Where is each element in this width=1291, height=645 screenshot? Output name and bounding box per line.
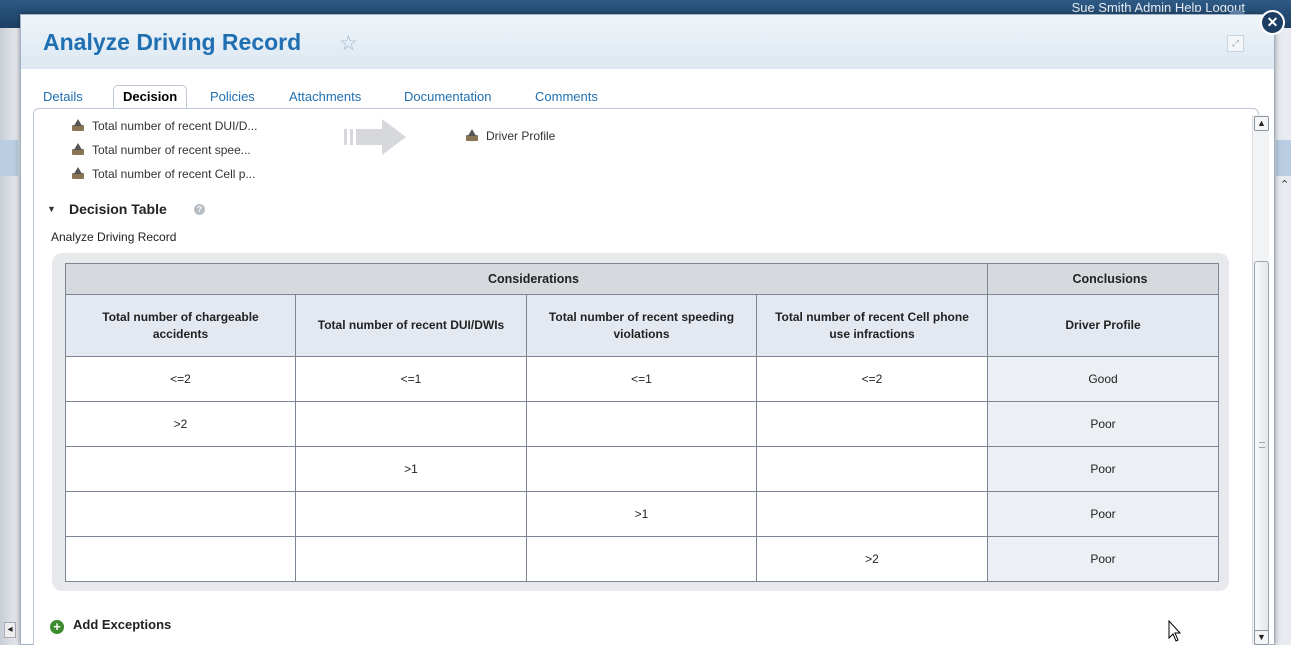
- background-user-links: Sue Smith Admin Help Logout: [1071, 0, 1245, 12]
- conclusion-cell[interactable]: Poor: [987, 536, 1219, 582]
- upload-icon: [72, 167, 84, 179]
- table-cell[interactable]: >2: [65, 401, 296, 447]
- flow-arrow-icon: [344, 119, 406, 155]
- column-header[interactable]: Total number of recent speeding violatio…: [526, 294, 757, 357]
- scrollbar-grip-icon: [1259, 442, 1265, 448]
- upload-icon: [72, 143, 84, 155]
- table-cell[interactable]: >2: [756, 536, 988, 582]
- tab-policies[interactable]: Policies: [210, 89, 255, 104]
- decision-panel: Total number of recent DUI/D... Total nu…: [33, 108, 1259, 645]
- decision-table-container: Considerations Conclusions Total number …: [52, 253, 1229, 591]
- background-scroll-left-icon[interactable]: ◂: [4, 622, 16, 638]
- input-item[interactable]: Total number of recent Cell p...: [72, 167, 255, 181]
- background-right-edge: [1276, 28, 1291, 645]
- conclusion-cell[interactable]: Good: [987, 356, 1219, 402]
- considerations-header: Considerations: [65, 263, 988, 295]
- table-cell[interactable]: <=1: [295, 356, 527, 402]
- tab-attachments[interactable]: Attachments: [289, 89, 361, 104]
- tab-documentation[interactable]: Documentation: [404, 89, 491, 104]
- decision-table: Considerations Conclusions Total number …: [65, 263, 1219, 582]
- table-cell[interactable]: [295, 536, 527, 582]
- input-label: Total number of recent DUI/D...: [92, 119, 258, 133]
- table-cell[interactable]: [526, 446, 757, 492]
- input-label: Total number of recent Cell p...: [92, 167, 256, 181]
- output-item[interactable]: Driver Profile: [466, 129, 555, 143]
- info-icon[interactable]: ?: [194, 204, 205, 215]
- tab-decision[interactable]: Decision: [113, 85, 188, 109]
- vertical-scrollbar[interactable]: ▲ ▼: [1252, 115, 1269, 645]
- table-cell[interactable]: [295, 491, 527, 537]
- table-cell[interactable]: [756, 401, 988, 447]
- column-header[interactable]: Total number of recent DUI/DWIs: [295, 294, 527, 357]
- table-row: >2 Poor: [65, 536, 1219, 582]
- background-caret-icon: ⌃: [1280, 179, 1290, 191]
- analyze-driving-record-dialog: Analyze Driving Record ☆ ⤢ Details Decis…: [20, 14, 1275, 645]
- add-exceptions-button[interactable]: + Add Exceptions: [50, 617, 171, 634]
- scrollbar-thumb[interactable]: [1254, 261, 1269, 633]
- table-cell[interactable]: [295, 401, 527, 447]
- background-left-edge: [0, 28, 18, 645]
- conclusions-header: Conclusions: [987, 263, 1219, 295]
- background-band: [1276, 140, 1291, 176]
- table-cell[interactable]: >1: [526, 491, 757, 537]
- column-header[interactable]: Driver Profile: [987, 294, 1219, 357]
- input-label: Total number of recent spee...: [92, 143, 251, 157]
- table-cell[interactable]: [756, 491, 988, 537]
- scroll-down-icon[interactable]: ▼: [1254, 630, 1269, 645]
- tab-bar: Details Decision Policies Attachments Do…: [21, 85, 1274, 109]
- table-cell[interactable]: <=2: [65, 356, 296, 402]
- input-item[interactable]: Total number of recent spee...: [72, 143, 251, 157]
- maximize-icon[interactable]: ⤢: [1227, 35, 1244, 52]
- column-header[interactable]: Total number of chargeable accidents: [65, 294, 296, 357]
- input-item[interactable]: Total number of recent DUI/D...: [72, 119, 257, 133]
- table-cell[interactable]: [526, 401, 757, 447]
- table-row: >2 Poor: [65, 401, 1219, 447]
- table-row: >1 Poor: [65, 491, 1219, 537]
- upload-icon: [466, 129, 478, 141]
- conclusion-cell[interactable]: Poor: [987, 491, 1219, 537]
- table-row: >1 Poor: [65, 446, 1219, 492]
- dialog-title: Analyze Driving Record: [43, 29, 302, 55]
- conclusion-cell[interactable]: Poor: [987, 446, 1219, 492]
- upload-icon: [72, 119, 84, 131]
- scroll-up-icon[interactable]: ▲: [1254, 116, 1269, 131]
- table-cell[interactable]: >1: [295, 446, 527, 492]
- table-cell[interactable]: [65, 491, 296, 537]
- table-cell[interactable]: <=1: [526, 356, 757, 402]
- table-cell[interactable]: [65, 446, 296, 492]
- table-cell[interactable]: [526, 536, 757, 582]
- tab-details[interactable]: Details: [43, 89, 83, 104]
- tab-comments[interactable]: Comments: [535, 89, 598, 104]
- mouse-pointer-icon: [1168, 620, 1182, 642]
- collapse-triangle-icon[interactable]: ▼: [47, 204, 56, 214]
- table-caption: Analyze Driving Record: [51, 230, 177, 244]
- plus-icon: +: [50, 620, 64, 634]
- conclusion-cell[interactable]: Poor: [987, 401, 1219, 447]
- decision-table-heading[interactable]: Decision Table: [69, 201, 167, 217]
- dialog-header: Analyze Driving Record ☆ ⤢: [21, 15, 1274, 69]
- add-exceptions-label: Add Exceptions: [73, 617, 172, 632]
- output-label: Driver Profile: [486, 129, 556, 143]
- column-header[interactable]: Total number of recent Cell phone use in…: [756, 294, 988, 357]
- table-row: <=2 <=1 <=1 <=2 Good: [65, 356, 1219, 402]
- close-icon[interactable]: ✕: [1260, 10, 1285, 35]
- table-cell[interactable]: [65, 536, 296, 582]
- background-band: [0, 140, 18, 176]
- star-icon[interactable]: ☆: [339, 31, 358, 56]
- table-cell[interactable]: <=2: [756, 356, 988, 402]
- table-cell[interactable]: [756, 446, 988, 492]
